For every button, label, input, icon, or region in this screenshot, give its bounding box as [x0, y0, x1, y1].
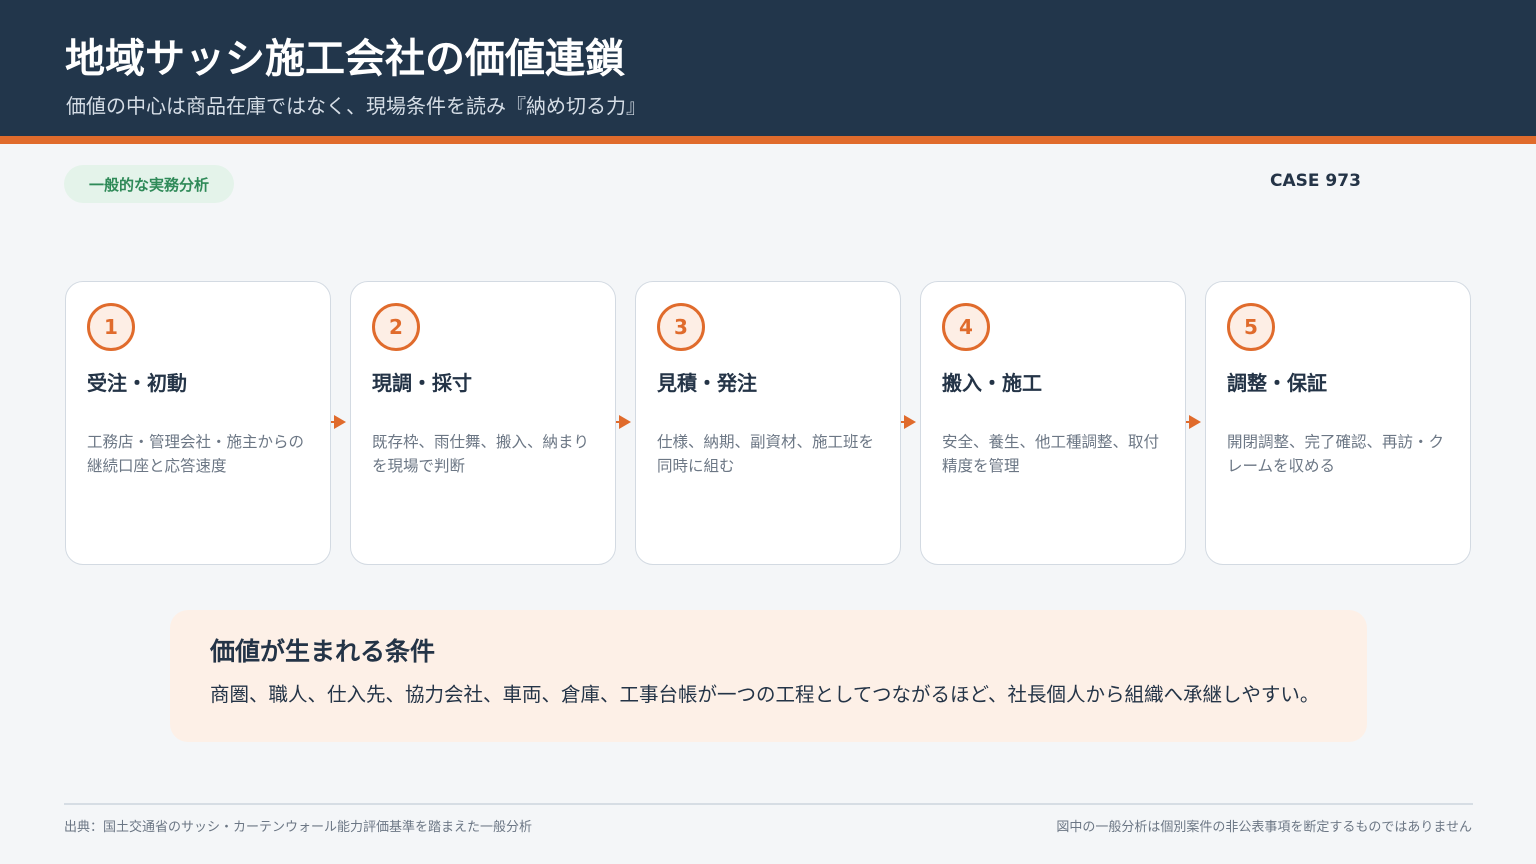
- value-condition-box: 価値が生まれる条件 商圏、職人、仕入先、協力会社、車両、倉庫、工事台帳が一つの工…: [170, 610, 1367, 742]
- step-number: 3: [657, 303, 705, 351]
- step-number: 5: [1227, 303, 1275, 351]
- step-description: 安全、養生、他工種調整、取付精度を管理: [942, 433, 1160, 475]
- step-card-4: 4 搬入・施工 安全、養生、他工種調整、取付精度を管理: [920, 281, 1186, 565]
- header: 地域サッシ施工会社の価値連鎖 価値の中心は商品在庫ではなく、現場条件を読み『納め…: [0, 0, 1536, 136]
- arrow-right-icon: [619, 415, 631, 429]
- header-accent-bar: [0, 136, 1536, 144]
- value-box-text: 商圏、職人、仕入先、協力会社、車両、倉庫、工事台帳が一つの工程としてつながるほど…: [210, 683, 1320, 706]
- footer-disclaimer: 図中の一般分析は個別案件の非公表事項を断定するものではありません: [1056, 820, 1472, 835]
- step-title: 搬入・施工: [942, 371, 1042, 395]
- value-box-title: 価値が生まれる条件: [210, 637, 436, 666]
- step-description: 工務店・管理会社・施主からの継続口座と応答速度: [87, 433, 305, 475]
- step-description: 開閉調整、完了確認、再訪・クレームを収める: [1227, 433, 1445, 475]
- arrow-right-icon: [334, 415, 346, 429]
- page-title: 地域サッシ施工会社の価値連鎖: [65, 36, 625, 82]
- footer-source: 出典：国土交通省のサッシ・カーテンウォール能力評価基準を踏まえた一般分析: [64, 820, 533, 835]
- arrow-right-icon: [904, 415, 916, 429]
- footer-divider: [64, 803, 1473, 805]
- arrow-right-icon: [1189, 415, 1201, 429]
- case-label: CASE 973: [1270, 171, 1361, 191]
- step-description: 既存枠、雨仕舞、搬入、納まりを現場で判断: [372, 433, 590, 475]
- step-description: 仕様、納期、副資材、施工班を同時に組む: [657, 433, 875, 475]
- step-card-2: 2 現調・採寸 既存枠、雨仕舞、搬入、納まりを現場で判断: [350, 281, 616, 565]
- analysis-tag: 一般的な実務分析: [64, 165, 234, 203]
- step-number: 1: [87, 303, 135, 351]
- page-subtitle: 価値の中心は商品在庫ではなく、現場条件を読み『納め切る力』: [66, 94, 646, 118]
- step-title: 現調・採寸: [372, 371, 472, 395]
- step-title: 受注・初動: [87, 371, 187, 395]
- step-number: 2: [372, 303, 420, 351]
- step-title: 調整・保証: [1227, 371, 1327, 395]
- step-card-3: 3 見積・発注 仕様、納期、副資材、施工班を同時に組む: [635, 281, 901, 565]
- step-card-1: 1 受注・初動 工務店・管理会社・施主からの継続口座と応答速度: [65, 281, 331, 565]
- step-card-5: 5 調整・保証 開閉調整、完了確認、再訪・クレームを収める: [1205, 281, 1471, 565]
- step-number: 4: [942, 303, 990, 351]
- step-title: 見積・発注: [657, 371, 757, 395]
